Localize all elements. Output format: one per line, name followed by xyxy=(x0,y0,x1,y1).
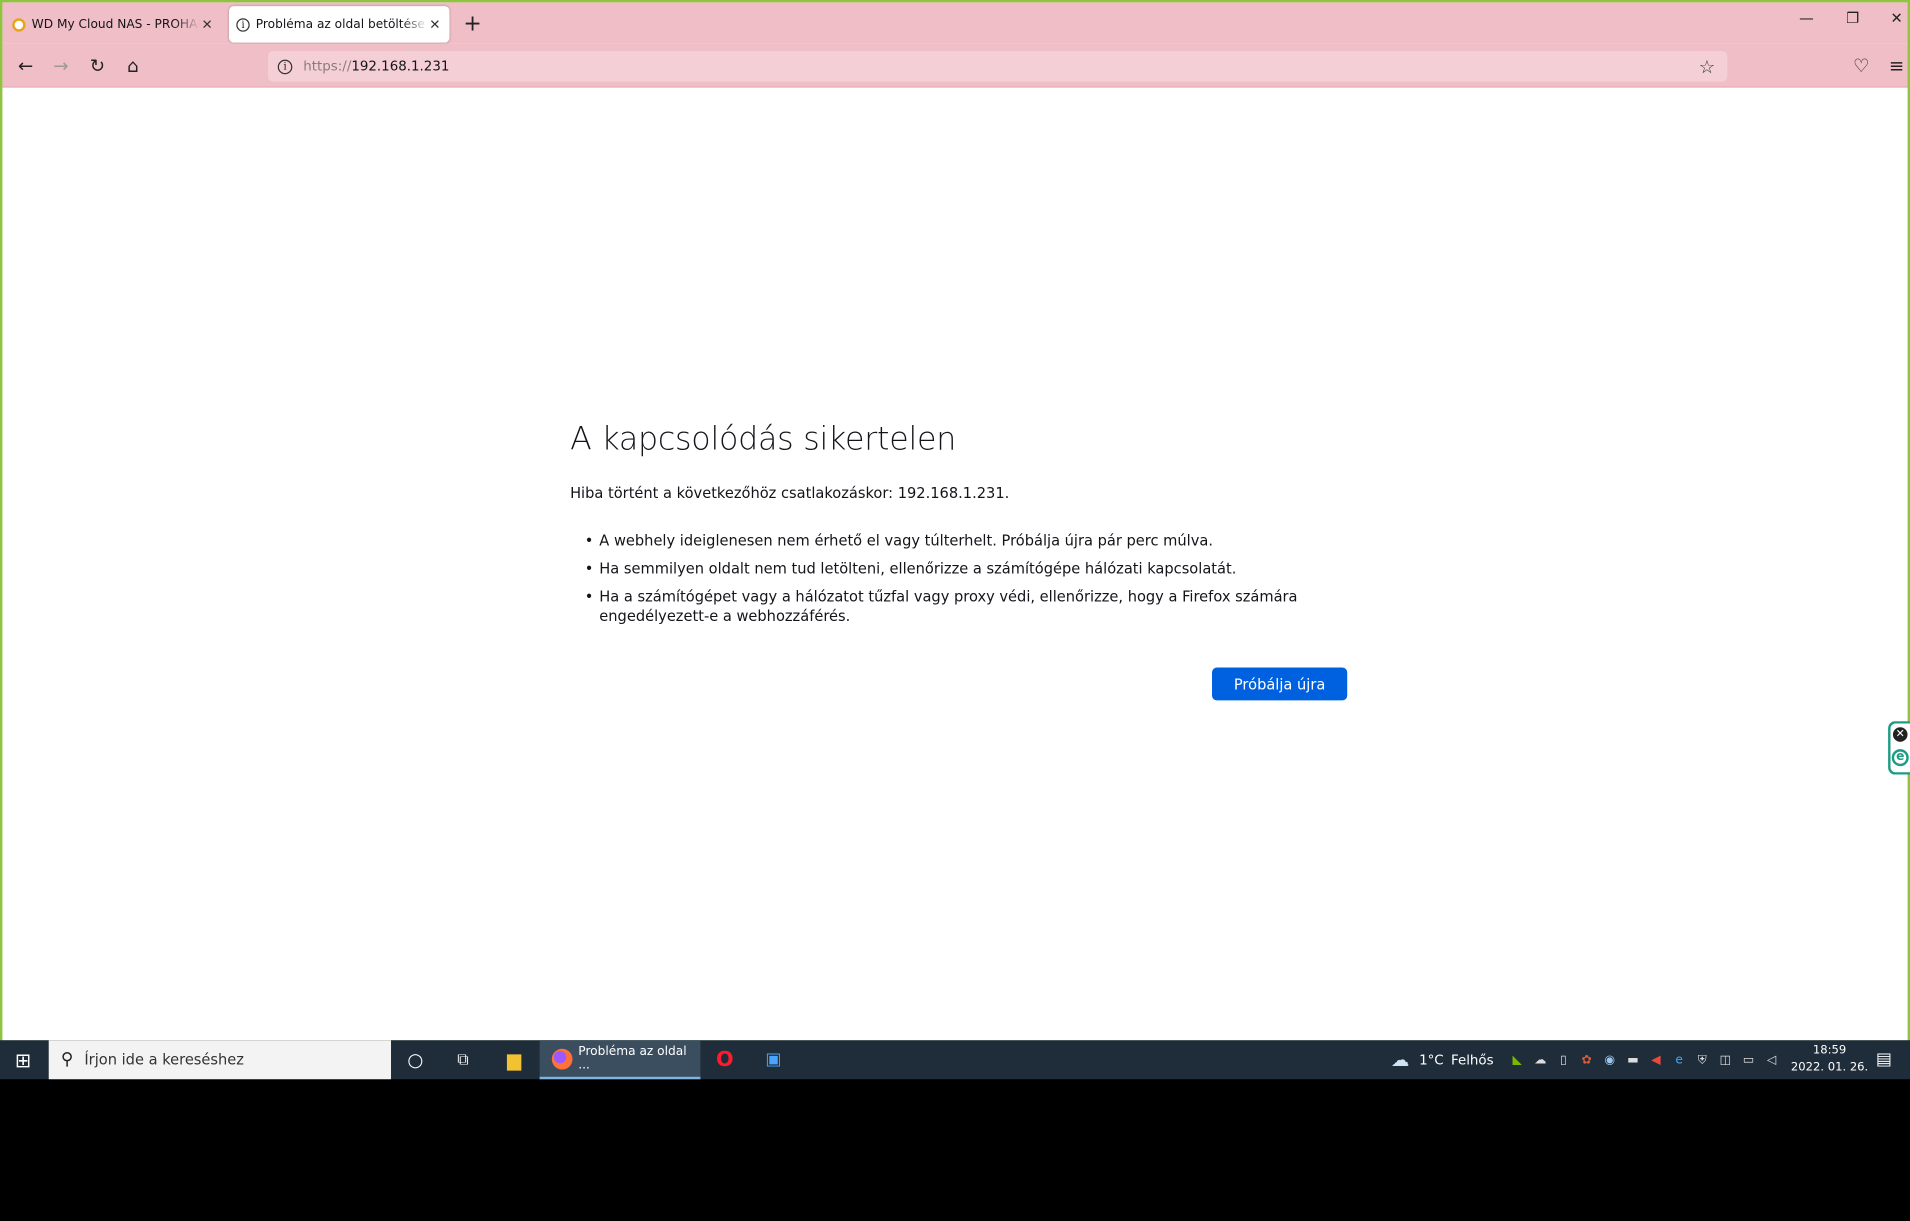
app-tray-icon[interactable]: ✿ xyxy=(1579,1052,1595,1068)
tab-error-page[interactable]: i Probléma az oldal betöltése közben ✕ xyxy=(229,6,450,43)
pocket-icon[interactable]: ♡ xyxy=(1849,54,1873,78)
menu-icon[interactable]: ≡ xyxy=(1884,54,1908,78)
taskbar-search-input[interactable]: ⚲ Írjon ide a kereséshez xyxy=(48,1040,392,1080)
url-host: 192.168.1.231 xyxy=(351,58,450,75)
close-window-button[interactable]: ✕ xyxy=(1878,10,1910,27)
tab-title: Probléma az oldal betöltése közben xyxy=(255,17,428,32)
clock-date: 2022. 01. 26. xyxy=(1790,1060,1869,1075)
wd-favicon-icon xyxy=(12,17,26,32)
security-shield-icon[interactable]: ⛨ xyxy=(1694,1052,1710,1068)
weather-widget[interactable]: ☁ 1°C Felhős xyxy=(1391,1040,1494,1079)
navigation-toolbar: ← → ↻ ⌂ i https:// 192.168.1.231 ☆ ♡ ≡ xyxy=(2,43,1908,88)
nvidia-icon[interactable]: ◣ xyxy=(1509,1052,1525,1068)
home-button[interactable]: ⌂ xyxy=(121,54,145,78)
weather-condition: Felhős xyxy=(1450,1051,1494,1068)
cortana-icon[interactable]: ○ xyxy=(402,1040,429,1079)
forward-button[interactable]: → xyxy=(49,54,73,78)
error-suggestion-list: A webhely ideiglenesen nem érhető el vag… xyxy=(570,531,1347,626)
microsoft-store-icon[interactable]: ▣ xyxy=(760,1040,787,1079)
bookmark-star-icon[interactable]: ☆ xyxy=(1699,56,1715,78)
page-content: A kapcsolódás sikertelen Hiba történt a … xyxy=(2,87,1910,1041)
start-windows-icon[interactable]: ⊞ xyxy=(10,1040,37,1079)
browser-window: WD My Cloud NAS - PROHARD ✕ i Probléma a… xyxy=(0,0,1910,1041)
close-tab-icon[interactable]: ✕ xyxy=(200,16,215,32)
network-icon[interactable]: ▭ xyxy=(1741,1052,1757,1068)
restore-button[interactable]: ❐ xyxy=(1834,10,1871,27)
clock-time: 18:59 xyxy=(1812,1043,1847,1058)
tab-wd-my-cloud[interactable]: WD My Cloud NAS - PROHARD ✕ xyxy=(7,6,221,43)
list-item: Ha semmilyen oldalt nem tud letölteni, e… xyxy=(585,559,1347,578)
error-title: A kapcsolódás sikertelen xyxy=(570,421,957,459)
keyboard-icon[interactable]: ▬ xyxy=(1625,1052,1641,1068)
list-item: Ha a számítógépet vagy a hálózatot tűzfa… xyxy=(585,587,1347,626)
task-view-icon[interactable]: ⧉ xyxy=(449,1040,476,1079)
reload-button[interactable]: ↻ xyxy=(85,54,109,78)
minimize-button[interactable]: — xyxy=(1788,10,1825,27)
new-tab-button[interactable]: + xyxy=(460,11,484,37)
site-info-icon[interactable]: i xyxy=(277,59,293,74)
back-button[interactable]: ← xyxy=(13,54,37,78)
list-item: A webhely ideiglenesen nem érhető el vag… xyxy=(585,531,1347,550)
notifications-icon[interactable]: ▤ xyxy=(1876,1050,1892,1069)
taskbar-clock[interactable]: 18:59 2022. 01. 26. xyxy=(1788,1043,1871,1077)
steam-icon[interactable]: ◉ xyxy=(1602,1052,1618,1068)
taskbar-firefox-task[interactable]: Probléma az oldal ... xyxy=(539,1040,701,1080)
speaker-app-icon[interactable]: ◀ xyxy=(1648,1052,1664,1068)
weather-temperature: 1°C xyxy=(1419,1051,1444,1068)
meet-now-icon[interactable]: ◫ xyxy=(1718,1052,1734,1068)
volume-icon[interactable]: ◁ xyxy=(1764,1052,1780,1068)
usb-icon[interactable]: ▯ xyxy=(1556,1052,1572,1068)
taskbar-task-label: Probléma az oldal ... xyxy=(578,1045,687,1072)
opera-icon[interactable]: O xyxy=(711,1040,738,1079)
search-icon: ⚲ xyxy=(60,1050,74,1070)
extension-logo-icon[interactable]: e xyxy=(1891,749,1909,767)
edge-icon[interactable]: e xyxy=(1671,1052,1687,1068)
url-protocol: https:// xyxy=(303,58,352,75)
cloud-icon: ☁ xyxy=(1391,1048,1410,1071)
windows-taskbar: ⊞ ⚲ Írjon ide a kereséshez ○ ⧉ ▆ Problém… xyxy=(0,1040,1910,1080)
extension-side-widget[interactable]: ✕ e xyxy=(1888,721,1910,775)
search-placeholder: Írjon ide a kereséshez xyxy=(84,1051,244,1069)
retry-button[interactable]: Próbálja újra xyxy=(1212,667,1348,701)
url-bar[interactable]: i https:// 192.168.1.231 ☆ xyxy=(267,51,1728,82)
close-icon[interactable]: ✕ xyxy=(1892,727,1908,742)
system-tray: ◣ ☁ ▯ ✿ ◉ ▬ ◀ e ⛨ ◫ ▭ ◁ xyxy=(1506,1040,1784,1079)
close-tab-icon[interactable]: ✕ xyxy=(428,16,443,32)
firefox-icon xyxy=(551,1048,573,1069)
error-description: Hiba történt a következőhöz csatlakozásk… xyxy=(570,484,1010,502)
info-icon: i xyxy=(236,17,250,32)
file-explorer-icon[interactable]: ▆ xyxy=(499,1040,528,1079)
tab-title: WD My Cloud NAS - PROHARD xyxy=(31,17,200,32)
onedrive-icon[interactable]: ☁ xyxy=(1532,1052,1548,1068)
tab-bar: WD My Cloud NAS - PROHARD ✕ i Probléma a… xyxy=(2,2,1910,44)
error-container: A kapcsolódás sikertelen Hiba történt a … xyxy=(570,421,1348,701)
